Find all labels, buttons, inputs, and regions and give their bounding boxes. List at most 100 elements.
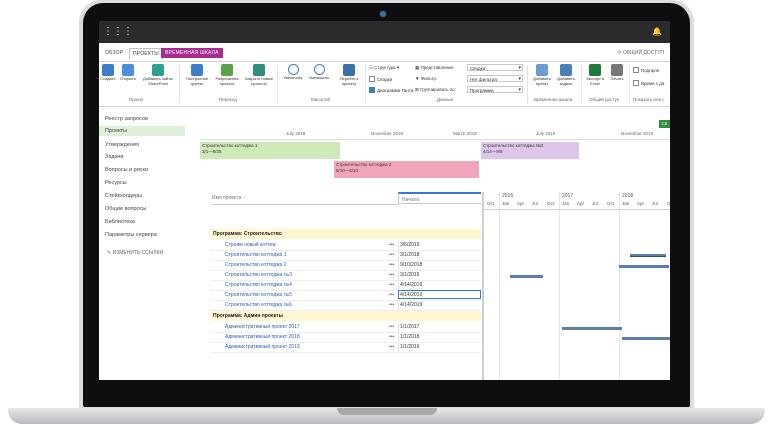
build-team-button[interactable]: Построение группы bbox=[183, 64, 211, 86]
project-link: Строительство коттеджа №5 bbox=[225, 292, 292, 298]
view-label: ▦ Представление: bbox=[415, 65, 455, 70]
table-row[interactable]: Административный проект 2019 ••• 1/1/2019 bbox=[210, 342, 481, 353]
more-icon: ••• bbox=[389, 334, 395, 340]
tab-timeline[interactable]: ВРЕМЕННАЯ ШКАЛА bbox=[161, 48, 223, 58]
start-date: 1/1/2019 bbox=[400, 344, 420, 350]
timeline-axis-label: November 2018 bbox=[371, 131, 404, 136]
gantt-month: Oct bbox=[487, 201, 495, 206]
open-project-button[interactable]: Открыть bbox=[119, 64, 137, 82]
tab-projects[interactable]: ПРОЕКТЫ bbox=[129, 48, 163, 60]
group-label-show: Показать или с bbox=[633, 97, 665, 102]
project-link: Административный проект 2018 bbox=[225, 334, 300, 340]
camera-icon bbox=[380, 11, 386, 17]
time-with-date-checkbox[interactable]: Время с да bbox=[633, 80, 664, 86]
print-icon bbox=[611, 64, 623, 76]
share-button[interactable]: ⟳ ОБЩИЙ ДОСТУП bbox=[617, 50, 664, 56]
timeline[interactable]: July 2018 November 2018 March 2019 July … bbox=[200, 128, 670, 183]
edit-links-button[interactable]: ✎ ИЗМЕНИТЬ ССЫЛКИ bbox=[107, 250, 163, 256]
column-header-name[interactable]: Имя проекта ↑ bbox=[212, 192, 398, 205]
team-icon bbox=[191, 64, 203, 76]
zoom-out-button[interactable]: Уменьшить bbox=[307, 64, 331, 81]
ribbon-tabs: ОБЗОР ПРОЕКТЫ ВРЕМЕННАЯ ШКАЛА ⟳ ОБЩИЙ ДО… bbox=[99, 47, 670, 62]
filter-select[interactable]: Нет фильтра bbox=[467, 75, 523, 83]
more-icon: ••• bbox=[389, 344, 395, 350]
table-row[interactable]: Строительство коттеджа №6 ••• 4/14/2019 bbox=[210, 300, 481, 311]
nav-item-resources[interactable]: Ресурсы bbox=[105, 180, 127, 186]
outline-toggle[interactable]: ☷ Структура ▾ bbox=[369, 65, 399, 71]
gantt-month: O bbox=[667, 201, 670, 206]
add-sharepoint-button[interactable]: Добавить сайты SharePoint bbox=[141, 64, 175, 86]
project-permissions-button[interactable]: Разрешения проекта bbox=[213, 64, 241, 86]
nav-item-tasks[interactable]: Задачи bbox=[105, 154, 123, 160]
group-label-navigate: Переход bbox=[219, 97, 237, 102]
view-select[interactable]: Сводка bbox=[467, 64, 523, 72]
zoom-in-icon bbox=[287, 64, 299, 75]
nav-item-approvals[interactable]: Утверждения bbox=[105, 142, 139, 148]
column-header-start[interactable]: Начало bbox=[398, 192, 481, 204]
checkbox-icon bbox=[633, 67, 639, 73]
screen: ⋮⋮⋮ 🔔 ОБЗОР ПРОЕКТЫ ВРЕМЕННАЯ ШКАЛА ⟳ ОБ… bbox=[99, 21, 670, 380]
more-icon: ••• bbox=[389, 272, 395, 278]
nav-item-stakeholders[interactable]: Стейкхолдеры bbox=[105, 193, 142, 199]
divider bbox=[179, 65, 180, 103]
print-button[interactable]: Печать bbox=[608, 64, 626, 82]
project-link: Административный проект 2017 bbox=[225, 324, 300, 330]
summary-checkbox[interactable]: Сводки bbox=[369, 76, 392, 82]
start-date: 3/1/2016 bbox=[400, 272, 420, 278]
more-icon: ••• bbox=[389, 242, 395, 248]
group-row[interactable]: Программа: Строительство bbox=[210, 229, 481, 239]
timeline-bar-dates: 4/14—9/8 bbox=[483, 149, 503, 154]
notification-icon[interactable]: 🔔 bbox=[652, 27, 662, 36]
nav-item-server-settings[interactable]: Параметры сервера bbox=[105, 232, 157, 238]
gantt-month: Apr bbox=[577, 201, 585, 206]
timeline-bar[interactable]: Строительство коттеджа 2 9/10—4/10 bbox=[334, 161, 479, 178]
close-projects-icon bbox=[253, 64, 265, 76]
more-icon: ••• bbox=[389, 282, 395, 288]
app-launcher-icon[interactable]: ⋮⋮⋮ bbox=[103, 26, 133, 37]
add-project-to-timeline-button[interactable]: Добавить проект bbox=[531, 64, 553, 86]
timeline-action-button[interactable]: Св bbox=[659, 120, 670, 128]
new-project-button[interactable]: Создать bbox=[100, 64, 116, 82]
gantt-checkbox[interactable]: Диаграмма Ганта bbox=[369, 87, 413, 93]
zoom-in-button[interactable]: Увеличить bbox=[281, 64, 305, 81]
group-by-select[interactable]: Программа bbox=[467, 86, 523, 94]
timeline-bar[interactable]: Строительство коттеджа 1 3/1—9/25 bbox=[200, 142, 340, 159]
group-row[interactable]: Программа: Админ проекты bbox=[210, 311, 481, 321]
excel-icon bbox=[589, 64, 601, 76]
nav-item-issues-risks[interactable]: Вопросы и риски bbox=[105, 167, 148, 173]
timeline-axis-label: November 2019 bbox=[621, 131, 654, 136]
project-link: Строительство коттеджа №6 bbox=[225, 302, 292, 308]
scroll-to-project-button[interactable]: Перейти к проекту bbox=[334, 64, 364, 86]
gantt-chart[interactable]: 2016 2017 2018 Oct Jan Apr Jul Oct Jan A… bbox=[482, 192, 670, 380]
group-label-data: Данные bbox=[437, 97, 454, 102]
gantt-month: Apr bbox=[637, 201, 645, 206]
project-grid: Имя проекта ↑ Начало Программа: Строител… bbox=[200, 192, 481, 380]
gantt-bar[interactable] bbox=[510, 275, 543, 278]
subprojects-checkbox[interactable]: Подпрое bbox=[633, 67, 659, 73]
open-icon bbox=[122, 64, 134, 76]
timeline-tasks-icon bbox=[560, 64, 572, 76]
timeline-axis: July 2018 November 2018 March 2019 July … bbox=[200, 131, 670, 140]
gantt-year: 2018 bbox=[622, 193, 634, 199]
close-projects-button[interactable]: Закрыть новые проекты bbox=[244, 64, 274, 86]
ribbon: Создать Открыть Добавить сайты SharePoin… bbox=[99, 62, 670, 107]
tab-overview[interactable]: ОБЗОР bbox=[105, 50, 123, 56]
gantt-month: Oct bbox=[547, 201, 555, 206]
permissions-icon bbox=[221, 64, 233, 76]
nav-item-requests[interactable]: Реестр запросов bbox=[105, 116, 148, 122]
gantt-bar[interactable] bbox=[562, 327, 622, 330]
nav-item-common-issues[interactable]: Общие вопросы bbox=[105, 206, 146, 212]
divider bbox=[527, 65, 528, 103]
export-excel-button[interactable]: Экспорт в Excel bbox=[584, 64, 606, 86]
checkbox-icon bbox=[633, 80, 639, 86]
timeline-bar[interactable]: Строительство коттеджа №3 4/14—9/8 bbox=[481, 142, 579, 159]
nav-item-projects[interactable]: Проекты bbox=[99, 126, 185, 136]
project-link: Строительство коттеджа 1 bbox=[225, 252, 287, 258]
gantt-month: Jul bbox=[592, 201, 598, 206]
start-date: 4/14/2019 bbox=[400, 302, 423, 308]
add-tasks-to-timeline-button[interactable]: Добавить задачи bbox=[555, 64, 577, 86]
gantt-bar[interactable] bbox=[619, 265, 669, 268]
group-label-project: Проект bbox=[129, 97, 144, 102]
nav-item-library[interactable]: Библиотека bbox=[105, 219, 135, 225]
gantt-bar[interactable] bbox=[622, 337, 670, 340]
